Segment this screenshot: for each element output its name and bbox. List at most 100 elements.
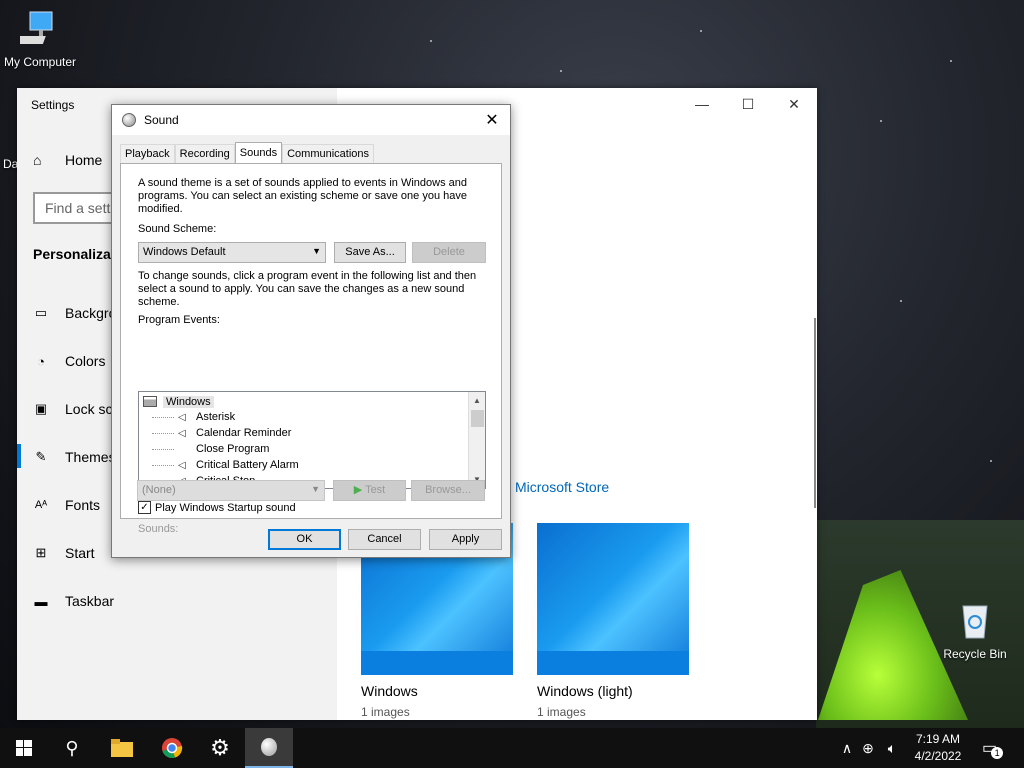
speaker-icon: ◁ — [178, 411, 186, 423]
sounds-panel: A sound theme is a set of sounds applied… — [120, 163, 502, 535]
microsoft-store-link[interactable]: Microsoft Store — [515, 479, 609, 495]
sound-scheme-value: Windows Default — [143, 246, 226, 258]
notification-count: 1 — [991, 747, 1004, 759]
list-item-label: Close Program — [196, 443, 270, 455]
cancel-button[interactable]: Cancel — [348, 529, 421, 550]
search-button[interactable]: ⚲ — [48, 728, 96, 768]
minimize-button[interactable]: — — [679, 88, 725, 120]
nav-item-label: Backgro — [65, 305, 117, 321]
home-icon: ⌂ — [33, 152, 42, 168]
list-item-label: Asterisk — [196, 411, 236, 423]
nav-item-colors[interactable]: ◔ Colors — [33, 349, 105, 373]
taskbar-icon: ▬ — [34, 593, 48, 609]
speaker-icon: ◁ — [178, 427, 186, 439]
lock-screen-icon: ▣ — [34, 401, 48, 416]
theme-thumbnail — [537, 523, 689, 675]
palette-icon: ◔ — [37, 353, 45, 369]
volume-icon[interactable]: 🔈︎ — [880, 740, 904, 757]
save-as-button[interactable]: Save As... — [334, 242, 406, 263]
system-tray: ∧ ⊕ 🔈︎ — [838, 728, 904, 768]
nav-item-background[interactable]: ▭ Backgro — [33, 301, 117, 325]
browse-button[interactable]: Browse... — [411, 480, 485, 501]
list-item[interactable]: ◁ Critical Battery Alarm — [139, 457, 299, 473]
folder-icon — [111, 739, 133, 757]
taskbar-sound[interactable] — [245, 728, 293, 768]
clock-date: 4/2/2022 — [914, 749, 962, 763]
tab-recording[interactable]: Recording — [174, 144, 235, 164]
start-icon: ⊞ — [35, 545, 47, 560]
taskbar-file-explorer[interactable] — [98, 728, 146, 768]
chevron-up-icon[interactable]: ▲ — [469, 392, 485, 409]
instructions-text: To change sounds, click a program event … — [138, 270, 477, 308]
start-button[interactable] — [0, 728, 48, 768]
window-icon — [143, 396, 157, 407]
nav-item-lock-screen[interactable]: ▣ Lock scr — [33, 397, 117, 421]
settings-scrollbar[interactable] — [814, 318, 816, 508]
list-item[interactable]: Close Program — [139, 441, 269, 457]
sound-tabs: Playback Recording Sounds Communications — [120, 142, 375, 164]
network-globe-icon[interactable]: ⊕ — [856, 740, 880, 757]
settings-title: Settings — [31, 98, 75, 112]
tab-playback[interactable]: Playback — [120, 144, 175, 164]
speaker-icon — [122, 113, 136, 127]
taskbar-settings[interactable]: ⚙ — [196, 728, 244, 768]
close-button[interactable]: ✕ — [771, 88, 817, 120]
list-item[interactable]: ◁ Calendar Reminder — [139, 425, 291, 441]
nav-home[interactable]: ⌂ Home — [33, 152, 102, 168]
list-item-windows[interactable]: Windows — [143, 394, 214, 409]
nav-item-fonts[interactable]: Aᴬ Fonts — [33, 493, 100, 517]
nav-active-indicator — [17, 444, 21, 468]
program-events-list[interactable]: Windows ◁ Asterisk ◁ Calendar Reminder C… — [138, 391, 486, 489]
list-item-label: Calendar Reminder — [196, 427, 292, 439]
sound-dialog-title: Sound — [144, 113, 179, 127]
desktop-icon-recycle-bin[interactable]: Recycle Bin — [935, 600, 1015, 661]
scrollbar-thumb[interactable] — [471, 410, 484, 427]
recycle-bin-icon — [962, 605, 988, 639]
sound-dialog-titlebar: Sound ✕ — [112, 105, 510, 135]
chevron-down-icon: ▼ — [312, 246, 321, 256]
intro-text: A sound theme is a set of sounds applied… — [138, 177, 467, 215]
events-scrollbar[interactable]: ▲ ▼ — [468, 392, 485, 488]
section-title: Personalizati — [33, 246, 120, 262]
play-icon: ▶ — [353, 484, 363, 496]
speaker-icon: ◁ — [178, 459, 186, 471]
speaker-icon — [261, 738, 277, 756]
desktop-icon-my-computer[interactable]: My Computer — [0, 8, 80, 69]
maximize-button[interactable]: ☐ — [725, 88, 771, 120]
gear-icon: ⚙ — [210, 735, 230, 760]
sound-scheme-select[interactable]: Windows Default ▼ — [138, 242, 326, 263]
apply-button[interactable]: Apply — [429, 529, 502, 550]
tab-sounds[interactable]: Sounds — [234, 142, 283, 164]
sounds-select[interactable]: (None) ▼ — [137, 480, 325, 501]
startup-sound-checkbox[interactable]: ✓ Play Windows Startup sound — [138, 501, 296, 514]
tab-communications[interactable]: Communications — [282, 144, 375, 164]
windows-logo-icon — [16, 740, 32, 756]
nav-item-start[interactable]: ⊞ Start — [33, 541, 95, 565]
test-button[interactable]: ▶ Test — [333, 480, 406, 501]
dialog-close-button[interactable]: ✕ — [482, 110, 502, 130]
startup-sound-label: Play Windows Startup sound — [155, 501, 296, 514]
list-item[interactable]: ◁ Asterisk — [139, 409, 235, 425]
taskbar-chrome[interactable] — [148, 728, 196, 768]
theme-name: Windows (light) — [537, 683, 633, 699]
nav-item-themes[interactable]: ✎ Themes — [33, 445, 116, 469]
test-button-label: Test — [365, 484, 386, 496]
scheme-label: Sound Scheme: — [138, 223, 217, 235]
nav-item-label: Taskbar — [65, 593, 115, 609]
chevron-down-icon: ▼ — [311, 484, 320, 494]
theme-name: Windows — [361, 683, 418, 699]
ok-button[interactable]: OK — [268, 529, 341, 550]
nav-item-label: Colors — [65, 353, 106, 369]
chevron-up-icon[interactable]: ∧ — [838, 740, 856, 757]
theme-count: 1 images — [537, 705, 586, 719]
taskbar: ⚲ ⚙ ∧ ⊕ 🔈︎ 7:19 AM 4/2/2022 ▭ 1 — [0, 728, 1024, 768]
notification-button[interactable]: ▭ 1 — [982, 728, 1004, 768]
delete-button[interactable]: Delete — [412, 242, 486, 263]
window-controls: — ☐ ✕ — [679, 88, 817, 120]
theme-card-windows-light[interactable]: Windows (light) 1 images — [537, 523, 689, 719]
taskbar-clock[interactable]: 7:19 AM 4/2/2022 — [906, 731, 970, 765]
nav-item-taskbar[interactable]: ▬ Taskbar — [33, 589, 115, 613]
list-item-label: Critical Battery Alarm — [196, 459, 299, 471]
nav-item-label: Fonts — [65, 497, 101, 513]
nav-item-label: Themes — [65, 449, 116, 465]
